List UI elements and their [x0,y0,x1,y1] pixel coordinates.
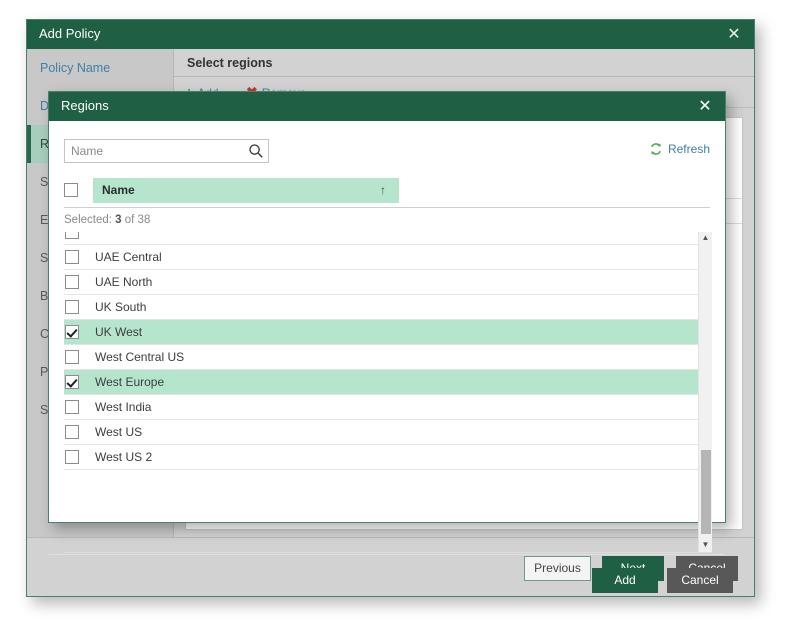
add-policy-titlebar: Add Policy ✕ [27,20,754,49]
list-item[interactable]: UAE North [64,270,698,295]
row-checkbox[interactable] [65,300,79,314]
search-box [64,139,269,163]
sidebar-item-policy-name[interactable]: Policy Name [27,49,173,87]
selected-prefix: Selected: [64,214,112,226]
page-title: Select regions [174,49,754,77]
selected-number: 3 [115,214,122,226]
search-input[interactable] [65,140,243,162]
close-icon[interactable]: ✕ [723,24,745,46]
sidebar-item-label: Policy Name [40,61,111,75]
list-item[interactable]: UAE Central [64,245,698,270]
dialog-add-button[interactable]: Add [592,568,658,593]
region-name: UK West [95,325,143,339]
list-item[interactable]: West US 2 [64,445,698,470]
column-header-label: Name [102,183,135,197]
list-item[interactable]: West India [64,395,698,420]
row-checkbox[interactable] [65,400,79,414]
row-checkbox[interactable] [65,450,79,464]
list-item[interactable] [64,232,698,245]
list-item[interactable]: UK West [64,320,698,345]
region-name: West India [95,400,152,414]
scroll-down-icon[interactable]: ▼ [699,539,712,552]
row-checkbox[interactable] [65,250,79,264]
column-header-name[interactable]: Name ↑ [93,178,399,203]
list-scrollbar[interactable]: ▲ ▼ [698,232,712,552]
list-item[interactable]: West Central US [64,345,698,370]
row-checkbox[interactable] [65,325,79,339]
scroll-up-icon[interactable]: ▲ [699,232,712,245]
region-name: West Europe [95,375,165,389]
region-name: West US [95,425,143,439]
search-icon[interactable] [248,143,264,159]
region-name: West US 2 [95,450,153,464]
list-item[interactable]: West US [64,420,698,445]
row-checkbox[interactable] [65,232,79,239]
regions-dialog-title: Regions [61,98,109,113]
table-header-row: Name ↑ [64,178,710,203]
selected-total: of 38 [124,214,151,226]
selected-count-label: Selected: 3 of 38 [64,214,150,226]
row-checkbox[interactable] [65,275,79,289]
dialog-cancel-button[interactable]: Cancel [667,568,733,593]
refresh-button[interactable]: Refresh [649,142,710,159]
list-item[interactable]: UK South [64,295,698,320]
row-checkbox[interactable] [65,425,79,439]
list-item[interactable]: West Europe [64,370,698,395]
regions-list: UAE Central UAE North UK South UK West W… [64,232,712,553]
select-all-checkbox[interactable] [64,183,78,197]
refresh-label: Refresh [667,142,710,156]
add-policy-title: Add Policy [39,26,101,41]
header-divider [64,207,710,208]
sort-ascending-icon: ↑ [380,183,386,197]
row-checkbox[interactable] [65,350,79,364]
close-icon[interactable]: ✕ [694,96,716,118]
region-name: West Central US [95,350,185,364]
scrollbar-thumb[interactable] [701,450,711,534]
refresh-icon [649,142,663,159]
dialog-footer-divider [49,554,725,555]
region-name: UAE Central [95,250,162,264]
regions-dialog: Regions ✕ Refresh Name ↑ Sel [48,91,733,593]
region-name: UK South [95,300,147,314]
previous-button[interactable]: Previous [524,556,591,581]
regions-dialog-titlebar: Regions ✕ [49,92,725,121]
row-checkbox[interactable] [65,375,79,389]
region-name: UAE North [95,275,153,289]
